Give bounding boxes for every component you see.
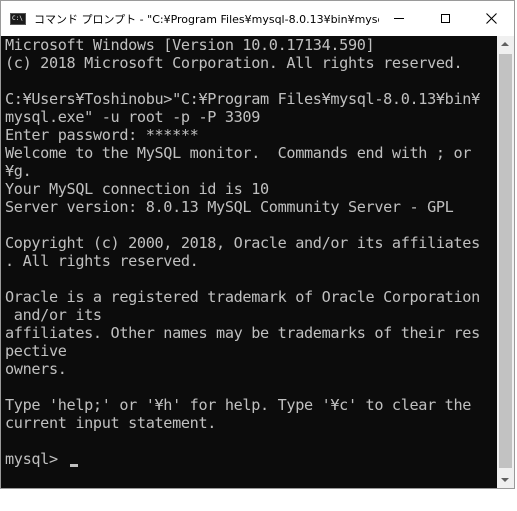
console-line: mysql.exe" -u root -p -P 3309 <box>5 108 261 126</box>
window-title: コマンド プロンプト - "C:¥Program Files¥mysql-8.0… <box>34 13 379 26</box>
maximize-icon <box>440 14 450 23</box>
cmd-window-icon[interactable]: C:\ <box>10 13 26 25</box>
console-line: and/or its <box>5 306 102 324</box>
text-cursor <box>70 464 78 467</box>
mysql-prompt[interactable]: mysql> <box>5 450 67 468</box>
console-line: Enter password: ****** <box>5 126 199 144</box>
console-line: ¥g. <box>5 162 32 180</box>
title-bar[interactable]: C:\ コマンド プロンプト - "C:¥Program Files¥mysql… <box>1 1 514 36</box>
console-line: owners. <box>5 360 67 378</box>
console-line: Server version: 8.0.13 MySQL Community S… <box>5 198 454 216</box>
scroll-down-arrow-icon[interactable] <box>501 478 509 482</box>
console-line: Oracle is a registered trademark of Orac… <box>5 288 480 306</box>
maximize-button[interactable] <box>422 1 468 36</box>
command-prompt-window: C:\ コマンド プロンプト - "C:¥Program Files¥mysql… <box>0 0 515 489</box>
console-line: Microsoft Windows [Version 10.0.17134.59… <box>5 36 375 54</box>
console-line: Type 'help;' or '¥h' for help. Type '¥c'… <box>5 396 472 414</box>
minimize-button[interactable] <box>376 1 422 36</box>
console-line: C:¥Users¥Toshinobu>"C:¥Program Files¥mys… <box>5 90 480 108</box>
vertical-scrollbar[interactable] <box>497 36 514 488</box>
console-line: Welcome to the MySQL monitor. Commands e… <box>5 144 472 162</box>
console-line: affiliates. Other names may be trademark… <box>5 324 480 342</box>
scrollbar-thumb[interactable] <box>499 54 512 468</box>
console-output[interactable]: Microsoft Windows [Version 10.0.17134.59… <box>1 36 497 488</box>
console-line: . All rights reserved. <box>5 252 199 270</box>
console-line: Your MySQL connection id is 10 <box>5 180 269 198</box>
console-line: current input statement. <box>5 414 217 432</box>
minimize-icon <box>394 18 404 19</box>
console-line: pective <box>5 342 67 360</box>
scroll-up-arrow-icon[interactable] <box>501 42 509 46</box>
close-icon <box>485 13 497 24</box>
console-line: (c) 2018 Microsoft Corporation. All righ… <box>5 54 463 72</box>
close-button[interactable] <box>468 1 514 36</box>
console-line: Copyright (c) 2000, 2018, Oracle and/or … <box>5 234 480 252</box>
